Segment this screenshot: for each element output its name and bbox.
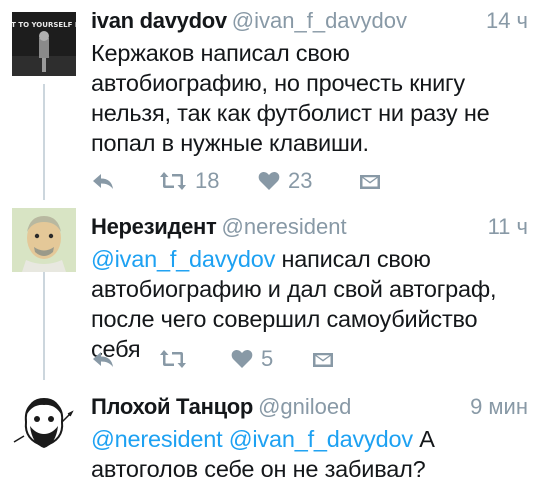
- user-name[interactable]: Плохой Танцор: [91, 394, 253, 419]
- like-count: 5: [261, 346, 274, 371]
- retweet-button[interactable]: 18: [159, 166, 219, 196]
- tweet[interactable]: Нерезидент @neresident 11 ч @ivan_f_davyd…: [0, 200, 540, 380]
- direct-message-button[interactable]: [358, 166, 382, 196]
- retweet-count: 18: [195, 168, 220, 193]
- tweet[interactable]: KEEP IT TO YOURSELF BUDDY ivan davydov@i…: [0, 0, 540, 200]
- tweet-actions: 5: [91, 344, 391, 374]
- user-name[interactable]: Нерезидент: [91, 214, 217, 239]
- user-handle[interactable]: @ivan_f_davydov: [232, 8, 407, 33]
- tweet-text: Кержаков написал свою автобиографию, но …: [91, 38, 522, 158]
- mention-link[interactable]: @neresident @ivan_f_davydov: [91, 426, 413, 452]
- like-count: 23: [288, 168, 313, 193]
- retweet-icon: [160, 350, 186, 368]
- reply-button[interactable]: [91, 344, 115, 374]
- avatar[interactable]: [12, 392, 76, 456]
- tweet-header: Нерезидент @neresident 11 ч: [91, 214, 528, 248]
- direct-message-icon: [360, 175, 380, 189]
- avatar-image: KEEP IT TO YOURSELF BUDDY: [12, 12, 76, 76]
- tweet-header: Плохой Танцор @gniloed 9 мин: [91, 394, 528, 428]
- retweet-icon: [160, 172, 186, 190]
- retweet-button[interactable]: [159, 344, 195, 374]
- reply-icon: [93, 174, 113, 189]
- like-icon: [231, 350, 253, 368]
- reply-icon: [93, 352, 113, 367]
- timestamp[interactable]: 14 ч: [486, 8, 528, 34]
- avatar[interactable]: KEEP IT TO YOURSELF BUDDY: [12, 12, 76, 76]
- user-handle[interactable]: @gniloed: [258, 394, 351, 419]
- like-icon: [258, 172, 280, 190]
- timestamp[interactable]: 11 ч: [488, 214, 528, 240]
- direct-message-icon: [313, 353, 333, 367]
- avatar-caption: KEEP IT TO YOURSELF BUDDY: [12, 21, 76, 29]
- timestamp[interactable]: 9 мин: [470, 394, 528, 420]
- tweet-actions: 18 23: [91, 166, 391, 196]
- tweet-header: ivan davydov @ivan_f_davydov 14 ч: [91, 8, 528, 42]
- avatar-image: [12, 208, 76, 272]
- tweet-text-content: Кержаков написал свою автобиографию, но …: [91, 40, 490, 156]
- avatar[interactable]: [12, 208, 76, 272]
- mention-link[interactable]: @ivan_f_davydov: [91, 246, 275, 272]
- tweet-text: @neresident @ivan_f_davydov А автоголов …: [91, 424, 522, 484]
- user-handle[interactable]: @neresident: [222, 214, 347, 239]
- like-button[interactable]: 5: [231, 344, 273, 374]
- like-button[interactable]: 23: [258, 166, 312, 196]
- user-name[interactable]: ivan davydov: [91, 8, 227, 33]
- direct-message-button[interactable]: [311, 344, 335, 374]
- tweet[interactable]: Плохой Танцор @gniloed 9 мин @neresident …: [0, 380, 540, 491]
- reply-button[interactable]: [91, 166, 115, 196]
- avatar-image: [12, 392, 76, 456]
